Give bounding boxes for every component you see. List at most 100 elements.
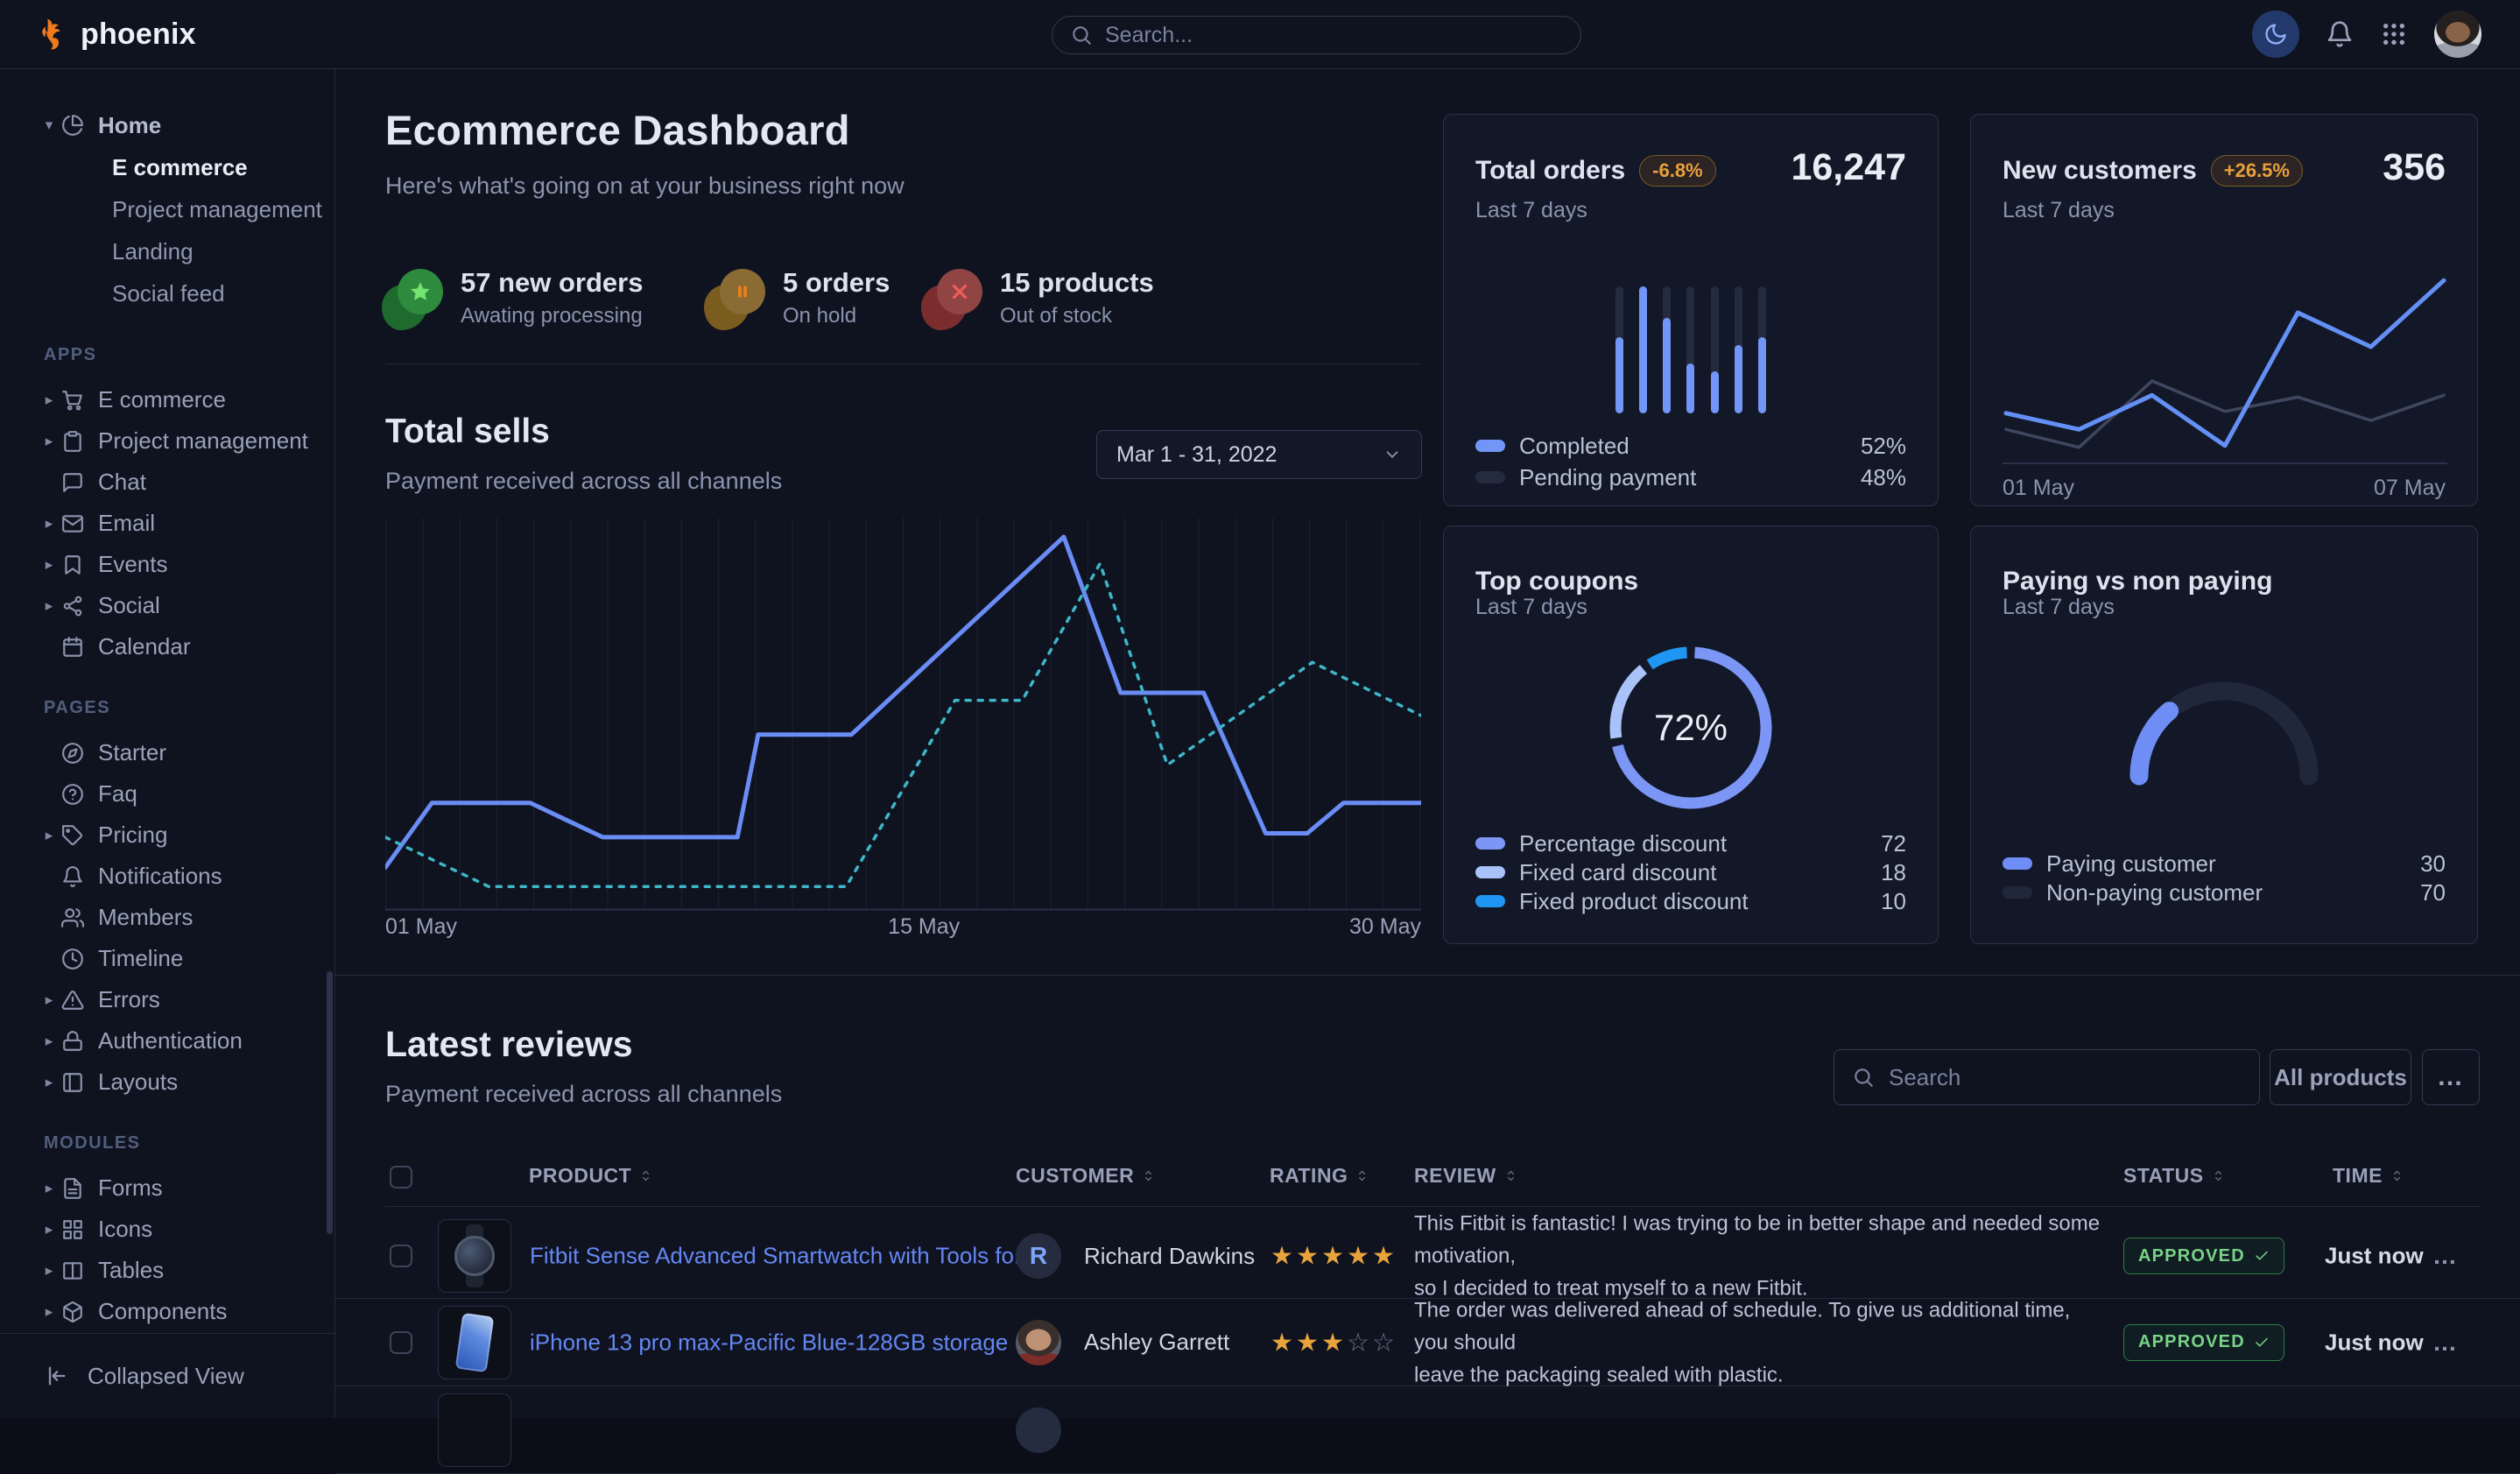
sidebar-item-layouts[interactable]: ▸Layouts bbox=[0, 1061, 334, 1103]
sidebar-item-tables[interactable]: ▸Tables bbox=[0, 1250, 334, 1291]
sidebar-subitem-project-management[interactable]: Project management bbox=[0, 188, 334, 230]
customer-cell: RRichard Dawkins bbox=[1016, 1233, 1255, 1279]
apps-menu-button[interactable] bbox=[2380, 20, 2408, 48]
column-header-rating[interactable]: RATING bbox=[1270, 1164, 1369, 1188]
sidebar-item-timeline[interactable]: Timeline bbox=[0, 938, 334, 979]
column-header-status[interactable]: STATUS bbox=[2123, 1164, 2226, 1188]
total-sells-subtitle: Payment received across all channels bbox=[385, 468, 782, 495]
row-actions-button[interactable]: … bbox=[2432, 1329, 2459, 1357]
search-icon bbox=[1852, 1066, 1875, 1089]
brand[interactable]: phoenix bbox=[35, 0, 196, 68]
sidebar-item-icons[interactable]: ▸Icons bbox=[0, 1209, 334, 1250]
caret-right-icon: ▸ bbox=[40, 1180, 58, 1197]
user-avatar[interactable] bbox=[2434, 11, 2481, 58]
sort-icon bbox=[2211, 1168, 2226, 1183]
product-link[interactable]: Fitbit Sense Advanced Smartwatch with To… bbox=[530, 1243, 1033, 1270]
sidebar-item-authentication[interactable]: ▸Authentication bbox=[0, 1020, 334, 1061]
row-checkbox[interactable] bbox=[390, 1245, 412, 1267]
sidebar-item-events[interactable]: ▸Events bbox=[0, 544, 334, 585]
global-search-input[interactable] bbox=[1105, 23, 1525, 48]
sidebar-item-starter[interactable]: Starter bbox=[0, 732, 334, 773]
sidebar-item-label: Starter bbox=[98, 739, 166, 766]
product-thumbnail bbox=[438, 1306, 511, 1379]
legend-label: Pending payment bbox=[1519, 464, 1696, 491]
reviews-search-input[interactable] bbox=[1889, 1064, 2221, 1091]
column-label: REVIEW bbox=[1414, 1164, 1496, 1188]
customer-name: Richard Dawkins bbox=[1084, 1243, 1255, 1270]
sidebar-item-label: Forms bbox=[98, 1174, 163, 1202]
column-header-customer[interactable]: CUSTOMER bbox=[1016, 1164, 1156, 1188]
sidebar: ▾HomeE commerceProject managementLanding… bbox=[0, 69, 335, 1418]
sidebar-item-social[interactable]: ▸Social bbox=[0, 585, 334, 626]
product-link[interactable]: iPhone 13 pro max-Pacific Blue-128GB sto… bbox=[530, 1329, 1008, 1356]
bell-icon bbox=[61, 865, 84, 888]
page-subtitle: Here's what's going on at your business … bbox=[385, 173, 905, 200]
caret-right-icon: ▸ bbox=[40, 391, 58, 409]
x-tick: 15 May bbox=[888, 914, 960, 940]
caret-right-icon: ▸ bbox=[40, 556, 58, 574]
sidebar-item-pricing[interactable]: ▸Pricing bbox=[0, 815, 334, 856]
all-products-button[interactable]: All products bbox=[2270, 1049, 2411, 1105]
sidebar-item-calendar[interactable]: Calendar bbox=[0, 626, 334, 667]
sidebar-subitem-landing[interactable]: Landing bbox=[0, 230, 334, 272]
global-search[interactable] bbox=[1052, 16, 1581, 54]
orders-legend-item: Pending payment48% bbox=[1475, 464, 1906, 490]
sidebar-subitem-social-feed[interactable]: Social feed bbox=[0, 272, 334, 314]
divider bbox=[385, 363, 1421, 364]
sidebar-item-email[interactable]: ▸Email bbox=[0, 503, 334, 544]
bell-icon bbox=[2326, 20, 2354, 48]
date-range-value: Mar 1 - 31, 2022 bbox=[1116, 442, 1277, 468]
sidebar-item-home[interactable]: ▾Home bbox=[0, 104, 334, 146]
sidebar-item-e-commerce[interactable]: ▸ E commerce bbox=[0, 379, 334, 420]
legend-swatch bbox=[2003, 857, 2032, 870]
sidebar-subitem-label: Social feed bbox=[112, 280, 225, 307]
sidebar-item-errors[interactable]: ▸Errors bbox=[0, 979, 334, 1020]
collapsed-view-toggle[interactable]: Collapsed View bbox=[0, 1333, 334, 1418]
reviews-more-button[interactable]: … bbox=[2422, 1049, 2480, 1105]
caret-right-icon: ▸ bbox=[40, 597, 58, 615]
mail-icon bbox=[61, 512, 84, 535]
sidebar-item-members[interactable]: Members bbox=[0, 897, 334, 938]
column-header-time[interactable]: TIME bbox=[2333, 1164, 2404, 1188]
sidebar-item-forms[interactable]: ▸ Forms bbox=[0, 1167, 334, 1209]
sidebar-item-faq[interactable]: Faq bbox=[0, 773, 334, 815]
row-actions-button[interactable]: … bbox=[2432, 1242, 2459, 1270]
column-header-review[interactable]: REVIEW bbox=[1414, 1164, 1518, 1188]
sidebar-item-notifications[interactable]: Notifications bbox=[0, 856, 334, 897]
column-label: PRODUCT bbox=[529, 1164, 631, 1188]
theme-toggle-button[interactable] bbox=[2252, 11, 2299, 58]
legend-swatch bbox=[1475, 440, 1505, 452]
sidebar-scrollbar[interactable] bbox=[327, 971, 333, 1234]
column-header-product[interactable]: PRODUCT bbox=[529, 1164, 653, 1188]
notifications-button[interactable] bbox=[2326, 20, 2354, 48]
clock-icon bbox=[61, 948, 84, 970]
select-all-checkbox[interactable] bbox=[390, 1166, 412, 1188]
total-sells-x-axis: 01 May 15 May 30 May bbox=[385, 914, 1421, 941]
row-checkbox[interactable] bbox=[390, 1331, 412, 1354]
rating-stars: ★★★☆☆ bbox=[1271, 1327, 1397, 1358]
column-label: STATUS bbox=[2123, 1164, 2204, 1188]
stat-blob bbox=[385, 269, 443, 327]
customer-cell: Ashley Garrett bbox=[1016, 1320, 1229, 1365]
sidebar-item-components[interactable]: ▸Components bbox=[0, 1291, 334, 1332]
paying-card: Paying vs non paying Last 7 days Paying … bbox=[1970, 525, 2478, 944]
legend-swatch bbox=[1475, 866, 1505, 878]
order-bar bbox=[1615, 286, 1623, 413]
sidebar-item-label: Members bbox=[98, 904, 193, 931]
cart-icon bbox=[61, 389, 84, 412]
sidebar-item-label: E commerce bbox=[98, 386, 226, 413]
sidebar-item-chat[interactable]: Chat bbox=[0, 462, 334, 503]
status-label: APPROVED bbox=[2138, 1246, 2245, 1266]
star-icon bbox=[398, 269, 443, 314]
reviews-search[interactable] bbox=[1834, 1049, 2260, 1105]
order-bar bbox=[1663, 286, 1671, 413]
sidebar-item-project-management[interactable]: ▸Project management bbox=[0, 420, 334, 462]
coupons-donut-chart: 72% bbox=[1594, 631, 1787, 824]
x-tick: 30 May bbox=[1349, 914, 1421, 940]
card-title: Total orders bbox=[1475, 156, 1625, 186]
date-range-select[interactable]: Mar 1 - 31, 2022 bbox=[1096, 430, 1422, 479]
status-badge: APPROVED bbox=[2123, 1324, 2284, 1361]
legend-swatch bbox=[1475, 895, 1505, 907]
legend-value: 30 bbox=[2420, 850, 2446, 878]
sidebar-subitem-e-commerce[interactable]: E commerce bbox=[0, 146, 334, 188]
